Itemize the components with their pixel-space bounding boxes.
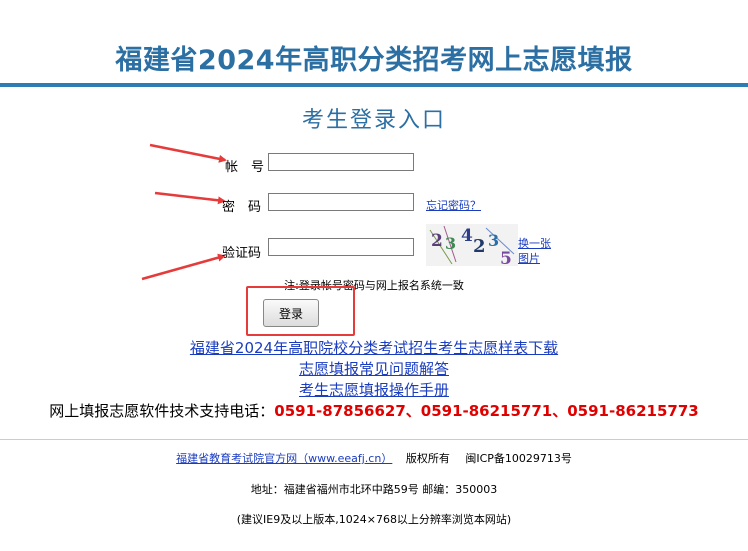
forgot-password-link[interactable]: 忘记密码？ <box>426 197 481 213</box>
refresh-captcha-link-line1[interactable]: 换一张 <box>518 235 551 251</box>
password-input[interactable] <box>268 193 414 211</box>
refresh-captcha-link-line2[interactable]: 图片 <box>518 250 540 266</box>
captcha-char-2: 3 <box>445 234 456 253</box>
download-form-link[interactable]: 福建省2024年高职院校分类考试招生考生志愿样表下载 <box>190 339 558 357</box>
arrow-to-captcha <box>141 253 226 281</box>
captcha-char-6: 5 <box>500 249 512 266</box>
annotation-arrows <box>141 143 227 281</box>
footer-divider <box>0 439 748 440</box>
account-input[interactable] <box>268 153 414 171</box>
footer-address: 地址：福建省福州市北环中路59号 邮编：350003 <box>250 483 498 496</box>
captcha-char-3: 4 <box>461 226 473 246</box>
arrow-to-password <box>154 191 226 205</box>
captcha-char-4: 2 <box>473 236 486 257</box>
icp-text: 闽ICP备10029713号 <box>465 452 572 465</box>
captcha-label: 验证码 <box>222 246 262 261</box>
manual-link[interactable]: 考生志愿填报操作手册 <box>299 381 449 399</box>
arrow-to-account <box>149 143 227 163</box>
captcha-char-5: 3 <box>488 231 499 250</box>
official-site-link[interactable]: 福建省教育考试院官方网（www.eeafj.cn） <box>176 452 392 465</box>
copyright-text: 版权所有 <box>405 452 450 465</box>
captcha-input[interactable] <box>268 238 414 256</box>
footer-line-1: 福建省教育考试院官方网（www.eeafj.cn） 版权所有 闽ICP备1002… <box>0 450 748 466</box>
login-button[interactable]: 登录 <box>263 299 319 327</box>
support-label: 网上填报志愿软件技术支持电话： <box>49 402 275 420</box>
captcha-image[interactable]: 2 3 4 2 3 5 <box>426 224 518 269</box>
password-label: 密 码 <box>222 200 262 215</box>
support-phones: 0591-87856627、0591-86215771、0591-8621577… <box>274 402 699 420</box>
captcha-drawing: 2 3 4 2 3 5 <box>429 225 515 269</box>
footer-browser-note: (建议IE9及以上版本,1024×768以上分辨率浏览本网站) <box>236 513 512 526</box>
support-line: 网上填报志愿软件技术支持电话：0591-87856627、0591-862157… <box>0 400 748 421</box>
login-note: 注:登录帐号密码与网上报名系统一致 <box>284 279 464 292</box>
account-label: 帐 号 <box>225 160 265 175</box>
faq-link[interactable]: 志愿填报常见问题解答 <box>299 360 449 378</box>
captcha-char-1: 2 <box>431 231 443 251</box>
